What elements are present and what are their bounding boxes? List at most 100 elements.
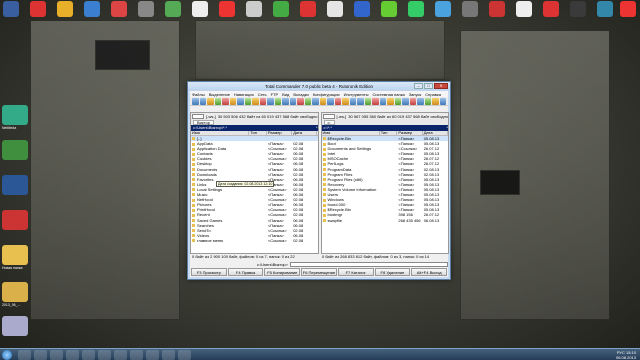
function-key-button[interactable]: F4 Правка	[227, 268, 264, 276]
desktop-icon[interactable]	[273, 1, 289, 17]
column-header[interactable]: Размер	[397, 131, 423, 135]
toolbar-button[interactable]	[409, 98, 416, 105]
function-key-button[interactable]: F8 Удаление	[374, 268, 411, 276]
desktop-icon[interactable]	[462, 1, 478, 17]
desktop-icon[interactable]	[2, 105, 28, 125]
desktop-icon[interactable]	[2, 210, 28, 230]
toolbar-button[interactable]	[342, 98, 349, 105]
toolbar-button[interactable]	[274, 98, 281, 105]
desktop-icon[interactable]	[620, 1, 636, 17]
toolbar-button[interactable]	[199, 98, 206, 105]
desktop-icon[interactable]	[57, 1, 73, 17]
function-key-button[interactable]: Alt+F4 Выход	[411, 268, 448, 276]
taskbar-app[interactable]	[130, 350, 143, 360]
left-drive-select[interactable]	[192, 113, 204, 119]
function-key-button[interactable]: F3 Просмотр	[191, 268, 227, 276]
toolbar-button[interactable]	[402, 98, 409, 105]
desktop-icon[interactable]	[435, 1, 451, 17]
right-tab[interactable]: c:	[323, 119, 335, 125]
toolbar-button[interactable]	[289, 98, 296, 105]
desktop-icon[interactable]	[354, 1, 370, 17]
taskbar-app[interactable]	[98, 350, 111, 360]
menu-item[interactable]: Сеть	[258, 92, 267, 97]
desktop-icon[interactable]	[408, 1, 424, 17]
toolbar-button[interactable]	[364, 98, 371, 105]
desktop-icon[interactable]	[2, 175, 28, 195]
toolbar-button[interactable]	[282, 98, 289, 105]
menu-item[interactable]: FTP	[271, 92, 279, 97]
desktop-icon[interactable]	[570, 1, 586, 17]
toolbar-button[interactable]	[394, 98, 401, 105]
menu-item[interactable]: Конфигурация	[313, 92, 340, 97]
menu-item[interactable]: Вкладки	[293, 92, 308, 97]
menu-item[interactable]: Навигация	[234, 92, 254, 97]
toolbar-button[interactable]	[207, 98, 214, 105]
folder-icon[interactable]	[2, 282, 28, 302]
taskbar-app[interactable]	[34, 350, 47, 360]
toolbar-button[interactable]	[297, 98, 304, 105]
file-row[interactable]: swapfile 268 435 456 06.08.13	[322, 218, 449, 223]
start-button[interactable]	[2, 350, 12, 360]
file-row[interactable]: главное меню <Ссылка> 02.08	[191, 238, 318, 243]
function-key-button[interactable]: F7 Каталог	[337, 268, 374, 276]
toolbar-button[interactable]	[327, 98, 334, 105]
column-header[interactable]: Тип	[380, 131, 398, 135]
desktop-icon[interactable]	[516, 1, 532, 17]
maximize-button[interactable]: □	[424, 83, 433, 89]
toolbar-button[interactable]	[214, 98, 221, 105]
desktop-icon[interactable]	[381, 1, 397, 17]
desktop-icon[interactable]	[30, 1, 46, 17]
desktop-icon[interactable]	[111, 1, 127, 17]
menu-item[interactable]: Системная папка	[373, 92, 405, 97]
desktop-icon[interactable]	[597, 1, 613, 17]
menu-item[interactable]: Выделение	[209, 92, 230, 97]
menu-item[interactable]: Инструменты	[344, 92, 369, 97]
minimize-button[interactable]: –	[414, 83, 423, 89]
taskbar-app[interactable]	[114, 350, 127, 360]
column-header[interactable]: Имя	[322, 131, 380, 135]
toolbar-button[interactable]	[304, 98, 311, 105]
column-header[interactable]: Дата	[423, 131, 448, 135]
taskbar-app[interactable]	[162, 350, 175, 360]
taskbar-app[interactable]	[18, 350, 31, 360]
column-header[interactable]: Размер	[267, 131, 293, 135]
toolbar-button[interactable]	[244, 98, 251, 105]
toolbar-button[interactable]	[372, 98, 379, 105]
desktop-icon[interactable]	[3, 1, 19, 17]
toolbar-button[interactable]	[424, 98, 431, 105]
taskbar-app[interactable]	[146, 350, 159, 360]
menu-item[interactable]: Вид	[282, 92, 289, 97]
toolbar-button[interactable]	[252, 98, 259, 105]
desktop-icon[interactable]	[219, 1, 235, 17]
toolbar-button[interactable]	[387, 98, 394, 105]
toolbar-button[interactable]	[439, 98, 446, 105]
desktop-icon[interactable]	[2, 140, 28, 160]
recycle-bin-icon[interactable]	[2, 316, 28, 336]
taskbar-app[interactable]	[82, 350, 95, 360]
folder-icon[interactable]	[2, 245, 28, 265]
desktop-icon[interactable]	[138, 1, 154, 17]
desktop-icon[interactable]	[300, 1, 316, 17]
function-key-button[interactable]: F5 Копирование	[264, 268, 301, 276]
function-key-button[interactable]: F6 Перемещение	[301, 268, 337, 276]
system-tray[interactable]: РУС 15:10 06.08.2013	[616, 350, 636, 360]
column-header[interactable]: Имя	[191, 131, 250, 135]
left-tab[interactable]: Виктор	[193, 119, 214, 125]
toolbar-button[interactable]	[417, 98, 424, 105]
taskbar-app[interactable]	[66, 350, 79, 360]
clock-date[interactable]: 06.08.2013	[616, 355, 636, 360]
toolbar-button[interactable]	[312, 98, 319, 105]
menu-item[interactable]: Справка	[425, 92, 441, 97]
toolbar-button[interactable]	[237, 98, 244, 105]
taskbar-app[interactable]	[178, 350, 191, 360]
desktop-icon[interactable]	[327, 1, 343, 17]
desktop-icon[interactable]	[246, 1, 262, 17]
menu-item[interactable]: Файлы	[192, 92, 205, 97]
desktop-icon[interactable]	[192, 1, 208, 17]
toolbar-button[interactable]	[334, 98, 341, 105]
toolbar-button[interactable]	[222, 98, 229, 105]
toolbar-button[interactable]	[432, 98, 439, 105]
title-bar[interactable]: Total Commander 7.0 public beta 4 - Ruto…	[188, 82, 450, 91]
taskbar-app[interactable]	[50, 350, 63, 360]
toolbar-button[interactable]	[267, 98, 274, 105]
